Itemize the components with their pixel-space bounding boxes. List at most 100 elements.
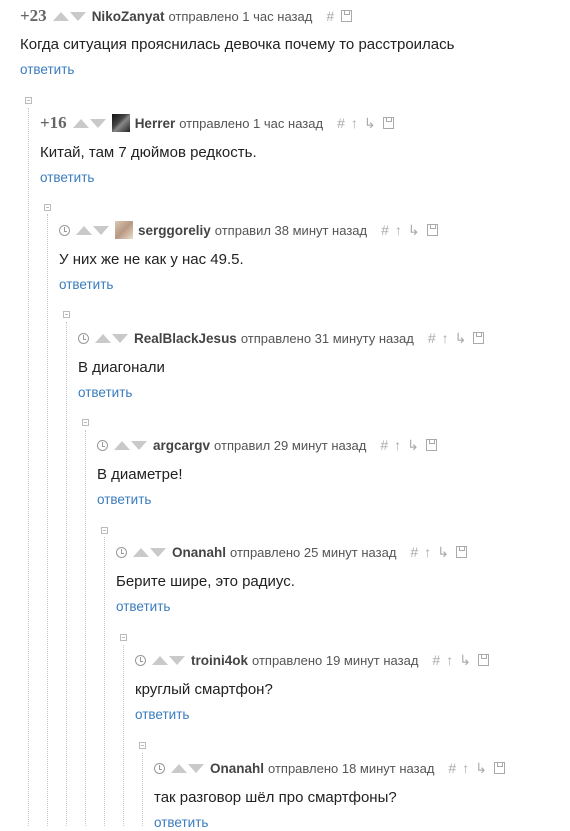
branch-icon[interactable]: ↳ [475,760,487,777]
username[interactable]: NikoZanyat [92,9,165,24]
collapse-icon[interactable] [82,419,89,426]
branch-icon[interactable]: ↳ [459,652,471,669]
hash-icon[interactable]: # [410,544,418,560]
downvote-icon[interactable] [150,547,166,557]
upvote-icon[interactable] [171,763,187,773]
collapse-icon[interactable] [25,97,32,104]
upvote-icon[interactable] [95,333,111,343]
save-icon[interactable] [426,224,438,236]
reply-link[interactable]: ответить [116,599,570,615]
save-icon[interactable] [425,439,437,451]
comment: argcargv отправил 29 минут назад # ↑ ↳ В… [97,436,570,508]
vote-buttons [95,333,128,343]
downvote-icon[interactable] [131,440,147,450]
up-arrow-icon[interactable]: ↑ [394,437,401,453]
upvote-icon[interactable] [52,11,69,21]
save-icon[interactable] [473,332,485,344]
collapse-icon[interactable] [139,742,146,749]
comment-time: отправлено 18 минут назад [268,760,435,776]
downvote-icon[interactable] [89,118,106,128]
clock-icon [154,762,165,774]
avatar[interactable] [115,221,133,239]
save-icon[interactable] [455,546,467,558]
reply-link[interactable]: ответить [78,385,570,401]
comment-time: отправлено 25 минут назад [230,544,397,560]
reply-link[interactable]: ответить [20,62,570,78]
hash-icon[interactable]: # [381,222,389,238]
collapse-icon[interactable] [63,311,70,318]
username[interactable]: Herrer [135,116,176,131]
downvote-icon[interactable] [112,333,128,343]
comment-header: Onanahl отправлено 18 минут назад # ↑ ↳ [154,759,570,777]
reply-link[interactable]: ответить [59,277,570,293]
up-arrow-icon[interactable]: ↑ [351,115,358,131]
save-icon[interactable] [477,654,489,666]
comment-text: круглый смартфон? [135,681,273,698]
hash-icon[interactable]: # [337,115,345,131]
downvote-icon[interactable] [93,225,109,235]
comment-text: В диагонали [78,359,165,376]
hash-icon[interactable]: # [380,437,388,453]
save-icon[interactable] [382,117,394,129]
branch-icon[interactable]: ↳ [407,437,419,454]
clock-icon [97,439,108,451]
thread-line [123,645,124,826]
upvote-icon[interactable] [72,118,89,128]
comment-header: troini4ok отправлено 19 минут назад # ↑ … [135,651,570,669]
upvote-icon[interactable] [133,547,149,557]
reply-link[interactable]: ответить [97,492,570,508]
thread-line [85,430,86,826]
clock-icon [116,546,127,558]
branch-icon[interactable]: ↳ [437,544,449,561]
branch-icon[interactable]: ↳ [455,330,467,347]
save-icon[interactable] [341,10,353,22]
comment-header: +16 Herrer отправлено 1 час назад # ↑ ↳ [40,113,570,132]
hash-icon[interactable]: # [428,330,436,346]
hash-icon[interactable]: # [432,652,440,668]
upvote-icon[interactable] [76,225,92,235]
thread-line [66,322,67,826]
hash-icon[interactable]: # [326,8,334,24]
collapse-icon[interactable] [101,527,108,534]
comment-time: отправлено 19 минут назад [252,652,419,668]
comment-time: отправлено 31 минуту назад [240,330,414,346]
comment: Onanahl отправлено 25 минут назад # ↑ ↳ … [116,543,570,615]
vote-buttons [152,655,185,665]
save-icon[interactable] [493,762,505,774]
branch-icon[interactable]: ↳ [364,115,376,132]
up-arrow-icon[interactable]: ↑ [395,222,402,238]
downvote-icon[interactable] [169,655,185,665]
up-arrow-icon[interactable]: ↑ [442,330,449,346]
comment: +16 Herrer отправлено 1 час назад # ↑ ↳ … [40,113,570,186]
vote-buttons [114,440,147,450]
comment: RealBlackJesus отправлено 31 минуту наза… [78,329,570,401]
collapse-icon[interactable] [44,204,51,211]
reply-link[interactable]: ответить [154,815,570,831]
up-arrow-icon[interactable]: ↑ [424,544,431,560]
collapse-icon[interactable] [120,634,127,641]
up-arrow-icon[interactable]: ↑ [446,652,453,668]
upvote-icon[interactable] [152,655,168,665]
comment: +23 NikoZanyat отправлено 1 час назад # … [20,6,570,78]
username[interactable]: troini4ok [191,653,248,668]
username[interactable]: serggoreliy [138,223,211,238]
username[interactable]: Onanahl [172,545,226,560]
comment-text: Китай, там 7 дюймов редкость. [40,144,257,161]
downvote-icon[interactable] [69,11,86,21]
up-arrow-icon[interactable]: ↑ [462,760,469,776]
avatar[interactable] [111,114,130,132]
comment: Onanahl отправлено 18 минут назад # ↑ ↳ … [154,759,570,831]
username[interactable]: argcargv [153,438,210,453]
vote-buttons [72,118,106,128]
hash-icon[interactable]: # [448,760,456,776]
branch-icon[interactable]: ↳ [408,222,420,239]
reply-link[interactable]: ответить [135,707,570,723]
username[interactable]: Onanahl [210,761,264,776]
downvote-icon[interactable] [188,763,204,773]
upvote-icon[interactable] [114,440,130,450]
comment-time: отправил 29 минут назад [214,437,367,453]
reply-link[interactable]: ответить [40,170,570,186]
comment-time: отправлено 1 час назад [168,8,313,24]
username[interactable]: RealBlackJesus [134,331,237,346]
comment-header: argcargv отправил 29 минут назад # ↑ ↳ [97,436,570,454]
